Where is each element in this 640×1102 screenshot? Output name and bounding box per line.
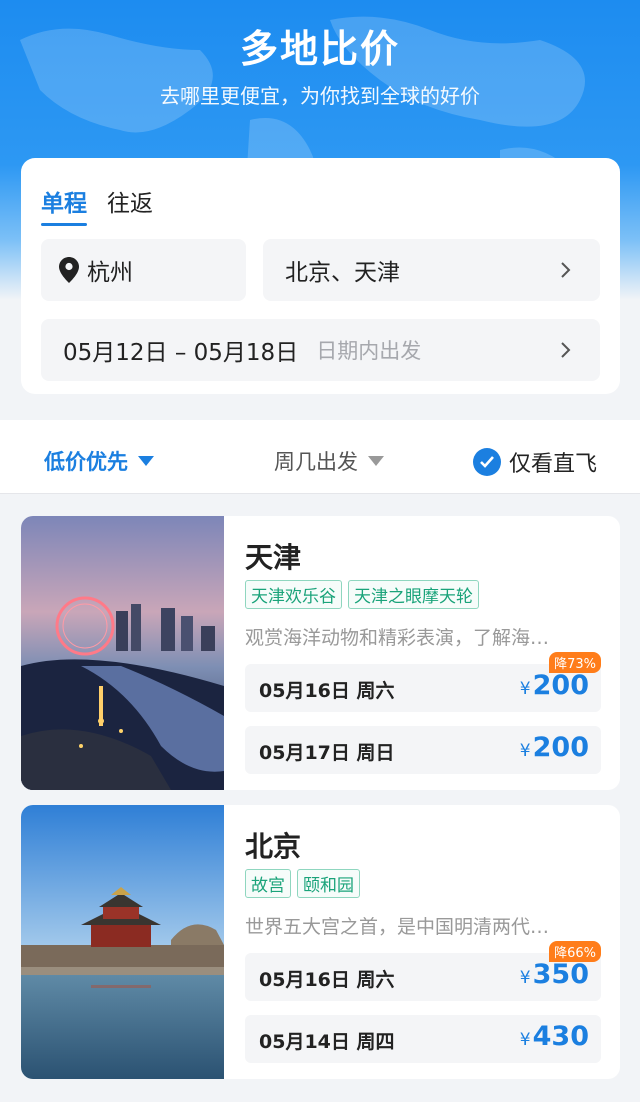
direct-only-toggle[interactable]: 仅看直飞 xyxy=(473,446,597,478)
sort-dropdown[interactable]: 低价优先 xyxy=(44,446,154,476)
flight-price-row[interactable]: 05月16日 周六 ¥200 降73% xyxy=(245,652,601,712)
flight-date: 05月16日 周六 xyxy=(259,680,395,702)
flight-price: ¥200 xyxy=(519,670,589,701)
flight-price-row[interactable]: 05月14日 周四 ¥430 xyxy=(245,1015,601,1063)
check-circle-icon xyxy=(473,448,501,476)
destination-cities: 北京、天津 xyxy=(285,260,400,286)
date-hint: 日期内出发 xyxy=(316,339,422,363)
flight-price: ¥430 xyxy=(519,1021,589,1052)
weekday-dropdown[interactable]: 周几出发 xyxy=(274,446,384,476)
flight-price: ¥200 xyxy=(519,732,589,763)
beijing-photo xyxy=(21,805,224,1079)
page-subtitle: 去哪里更便宜，为你找到全球的好价 xyxy=(160,84,480,108)
caret-down-icon xyxy=(368,456,384,466)
destination-card[interactable]: 天津 天津欢乐谷 天津之眼摩天轮 观赏海洋动物和精彩表演，了解海… 05月16日… xyxy=(21,516,620,790)
chevron-right-icon xyxy=(561,342,571,358)
attraction-tag: 天津之眼摩天轮 xyxy=(348,580,479,609)
weekday-label: 周几出发 xyxy=(274,450,358,474)
flight-date: 05月14日 周四 xyxy=(259,1031,395,1053)
date-range-field[interactable]: 05月12日 – 05月18日 日期内出发 xyxy=(41,319,600,381)
attraction-tag: 故宫 xyxy=(245,869,291,898)
discount-badge: 降66% xyxy=(549,941,601,962)
discount-badge: 降73% xyxy=(549,652,601,673)
attraction-tag: 天津欢乐谷 xyxy=(245,580,342,609)
flight-price-row[interactable]: 05月16日 周六 ¥350 降66% xyxy=(245,941,601,1001)
destination-card[interactable]: 北京 故宫 颐和园 世界五大宫之首，是中国明清两代… 05月16日 周六 ¥35… xyxy=(21,805,620,1079)
page-title: 多地比价 xyxy=(239,27,400,71)
direct-only-label: 仅看直飞 xyxy=(509,452,598,477)
tab-round-trip[interactable]: 往返 xyxy=(107,184,153,218)
origin-city: 杭州 xyxy=(87,260,133,286)
attraction-tags: 故宫 颐和园 xyxy=(245,869,360,898)
sort-label: 低价优先 xyxy=(44,450,128,474)
filter-bar: 低价优先 周几出发 仅看直飞 xyxy=(0,420,640,494)
tab-one-way[interactable]: 单程 xyxy=(41,184,87,226)
location-pin-icon xyxy=(59,257,79,283)
search-card: 单程 往返 杭州 北京、天津 05月12日 – 05月18日 日期内出发 xyxy=(21,158,620,394)
destination-field[interactable]: 北京、天津 xyxy=(263,239,600,301)
destination-city: 北京 xyxy=(245,830,302,863)
attraction-tags: 天津欢乐谷 天津之眼摩天轮 xyxy=(245,580,479,609)
origin-field[interactable]: 杭州 xyxy=(41,239,246,301)
tianjin-photo xyxy=(21,516,224,790)
caret-down-icon xyxy=(138,456,154,466)
flight-price-row[interactable]: 05月17日 周日 ¥200 xyxy=(245,726,601,774)
flight-price: ¥350 xyxy=(519,959,589,990)
chevron-right-icon xyxy=(561,262,571,278)
destination-description: 世界五大宫之首，是中国明清两代… xyxy=(245,916,550,938)
attraction-tag: 颐和园 xyxy=(297,869,360,898)
destination-description: 观赏海洋动物和精彩表演，了解海… xyxy=(245,627,550,649)
date-range: 05月12日 – 05月18日 xyxy=(63,340,299,366)
destination-city: 天津 xyxy=(245,541,302,574)
flight-date: 05月17日 周日 xyxy=(259,742,395,764)
flight-date: 05月16日 周六 xyxy=(259,969,395,991)
